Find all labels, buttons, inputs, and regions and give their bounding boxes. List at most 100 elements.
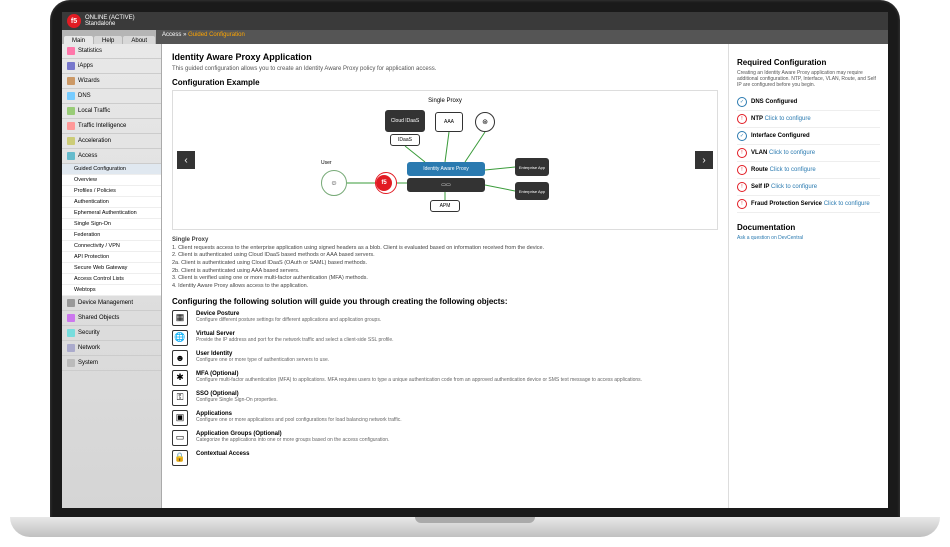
next-diagram-button[interactable]: ›	[695, 151, 713, 169]
config-object-application-groups-optional-: ▭Application Groups (Optional)Categorize…	[172, 430, 718, 446]
sidebar-sub-federation[interactable]: Federation	[62, 230, 161, 241]
sidebar: StatisticsiAppsWizards DNS Local Traffic Tr…	[62, 44, 162, 508]
sidebar-sub-single-sign-on[interactable]: Single Sign-On	[62, 219, 161, 230]
diagram-title: Single Proxy	[428, 98, 462, 104]
sidebar-sub-overview[interactable]: Overview	[62, 175, 161, 186]
object-desc: Provide the IP address and port for the …	[196, 337, 394, 343]
single-proxy-diagram: Single Proxy Cloud IDaaS IDaaS AAA ⊛ ☺ U…	[315, 100, 575, 220]
tab-main[interactable]: Main	[64, 36, 93, 44]
req-item-route: !Route Click to configure	[737, 162, 880, 179]
sidebar-item-wizards[interactable]: Wizards	[62, 74, 161, 89]
sidebar-item-statistics[interactable]: Statistics	[62, 44, 161, 59]
required-heading: Required Configuration	[737, 58, 880, 67]
tab-about[interactable]: About	[123, 36, 155, 44]
sidebar-sub-connectivity-vpn[interactable]: Connectivity / VPN	[62, 241, 161, 252]
nav-icon	[67, 77, 75, 85]
object-desc: Configure different posture settings for…	[196, 317, 381, 323]
check-icon: ✓	[737, 131, 747, 141]
sidebar-item-acceleration[interactable]: Acceleration	[62, 134, 161, 149]
nav-label: Shared Objects	[78, 315, 119, 321]
sidebar-sub-access-control-lists[interactable]: Access Control Lists	[62, 274, 161, 285]
required-config-panel: Required Configuration Creating an Ident…	[728, 44, 888, 508]
f5-node: f5	[375, 172, 397, 194]
nav-icon	[67, 122, 75, 130]
sidebar-item-traffic-intelligence[interactable]: Traffic Intelligence	[62, 119, 161, 134]
breadcrumb: Access » Guided Configuration	[156, 30, 888, 44]
object-name: User Identity	[196, 351, 232, 357]
sidebar-sub-ephemeral-authentication[interactable]: Ephemeral Authentication	[62, 208, 161, 219]
sidebar-item-system[interactable]: System	[62, 356, 161, 371]
object-icon: 🌐	[172, 330, 188, 346]
warn-icon: !	[737, 148, 747, 158]
nav-label: DNS	[78, 93, 91, 99]
sidebar-item-device-management[interactable]: Device Management	[62, 296, 161, 311]
sidebar-sub-api-protection[interactable]: API Protection	[62, 252, 161, 263]
object-desc: Configure one or more applications and p…	[196, 417, 402, 423]
configure-link[interactable]: Click to configure	[771, 184, 817, 190]
required-intro: Creating an Identity Aware Proxy applica…	[737, 70, 880, 88]
nav-icon	[67, 299, 75, 307]
warn-icon: !	[737, 114, 747, 124]
nav-icon	[67, 92, 75, 100]
config-objects-heading: Configuring the following solution will …	[172, 297, 718, 306]
breadcrumb-current[interactable]: Guided Configuration	[188, 32, 245, 38]
step-line: 3. Client is verified using one or more …	[172, 275, 718, 283]
nav-label: Local Traffic	[78, 108, 110, 114]
check-icon: ✓	[737, 97, 747, 107]
breadcrumb-root[interactable]: Access	[162, 32, 181, 38]
object-icon: ☻	[172, 350, 188, 366]
nav-icon	[67, 314, 75, 322]
sidebar-item-local-traffic[interactable]: Local Traffic	[62, 104, 161, 119]
req-label: NTP	[751, 116, 763, 122]
req-item-interface-configured: ✓Interface Configured	[737, 128, 880, 145]
nav-label: Device Management	[78, 300, 133, 306]
sidebar-item-access[interactable]: Access	[62, 149, 161, 164]
window-header: f5 ONLINE (ACTIVE) Standalone	[62, 12, 888, 30]
sidebar-sub-guided-configuration[interactable]: Guided Configuration	[62, 164, 161, 175]
object-name: SSO (Optional)	[196, 391, 239, 397]
aaa-node: AAA	[435, 112, 463, 132]
sidebar-sub-authentication[interactable]: Authentication	[62, 197, 161, 208]
configure-link[interactable]: Click to configure	[824, 201, 870, 207]
devcentral-link[interactable]: Ask a question on DevCentral	[737, 235, 880, 241]
step-line: 1. Client requests access to the enterpr…	[172, 245, 718, 253]
enterprise-app-1: Enterprise App	[515, 158, 549, 176]
documentation-heading: Documentation	[737, 223, 880, 232]
req-label: Self IP	[751, 184, 769, 190]
req-item-ntp: ! NTP Click to configure	[737, 111, 880, 128]
sidebar-item-iapps[interactable]: iApps	[62, 59, 161, 74]
mfa-node: ⊛	[475, 112, 495, 132]
config-object-sso-optional-: ⚿ SSO (Optional)Configure Single Sign-On …	[172, 390, 718, 406]
warn-icon: !	[737, 182, 747, 192]
config-object-contextual-access: 🔒Contextual Access	[172, 450, 718, 466]
step-line: 4. Identity Aware Proxy allows access to…	[172, 283, 718, 291]
idaas-node: IDaaS	[390, 134, 420, 146]
object-icon: ▭	[172, 430, 188, 446]
vs-node: ▭▭	[407, 178, 485, 192]
object-icon: ⚿	[172, 390, 188, 406]
main-content: Identity Aware Proxy Application This gu…	[162, 44, 728, 508]
req-label: DNS Configured	[751, 99, 797, 105]
configure-link[interactable]: Click to configure	[770, 167, 816, 173]
sidebar-item-dns[interactable]: DNS	[62, 89, 161, 104]
req-label: VLAN	[751, 150, 767, 156]
prev-diagram-button[interactable]: ‹	[177, 151, 195, 169]
object-desc: Configure one or more type of authentica…	[196, 357, 329, 363]
object-desc: Categorize the applications into one or …	[196, 437, 389, 443]
object-name: Contextual Access	[196, 451, 249, 457]
sidebar-sub-profiles-policies[interactable]: Profiles / Policies	[62, 186, 161, 197]
sidebar-item-network[interactable]: Network	[62, 341, 161, 356]
nav-icon	[67, 329, 75, 337]
sidebar-item-shared-objects[interactable]: Shared Objects	[62, 311, 161, 326]
sidebar-sub-webtops[interactable]: Webtops	[62, 285, 161, 296]
configure-link[interactable]: Click to configure	[769, 150, 815, 156]
sidebar-sub-secure-web-gateway[interactable]: Secure Web Gateway	[62, 263, 161, 274]
sidebar-item-security[interactable]: Security	[62, 326, 161, 341]
tab-help[interactable]: Help	[94, 36, 122, 44]
object-desc: Configure Single Sign-On properties.	[196, 397, 278, 403]
tab-bar: Main Help About	[62, 30, 156, 44]
nav-icon	[67, 137, 75, 145]
user-label: User	[321, 160, 332, 166]
warn-icon: !	[737, 199, 747, 209]
configure-link[interactable]: Click to configure	[765, 116, 811, 122]
